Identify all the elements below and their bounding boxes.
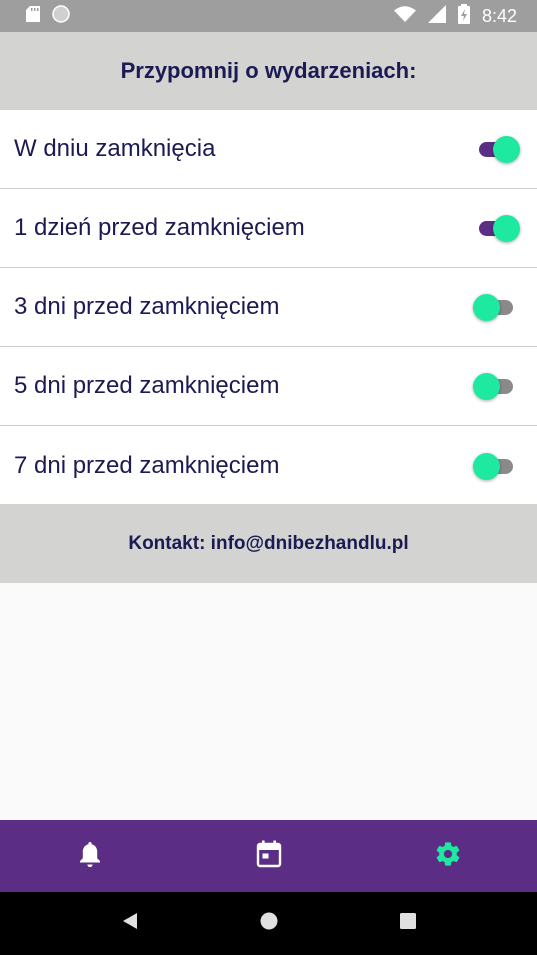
signal-icon — [427, 4, 446, 28]
sd-card-icon — [26, 5, 40, 27]
bottom-nav — [0, 820, 537, 892]
nav-calendar[interactable] — [239, 826, 299, 886]
reminder-label: 5 dni przed zamknięciem — [14, 372, 280, 399]
reminder-row: 1 dzień przed zamknięciem — [0, 189, 537, 268]
toggle-thumb — [473, 452, 500, 480]
circle-icon — [52, 4, 70, 28]
toggle-thumb — [473, 373, 500, 400]
status-bar-right: 8:42 — [393, 3, 517, 29]
calendar-icon — [256, 840, 282, 873]
reminder-toggle[interactable] — [473, 214, 520, 242]
reminder-row: 3 dni przed zamknięciem — [0, 268, 537, 347]
reminder-toggle[interactable] — [473, 135, 520, 163]
back-triangle-icon — [121, 912, 139, 935]
toggle-thumb — [493, 136, 520, 163]
system-nav-bar — [0, 892, 537, 955]
toggle-thumb — [473, 294, 500, 321]
bell-icon — [78, 840, 102, 873]
home-button[interactable] — [249, 904, 289, 944]
gear-icon — [434, 840, 462, 873]
contact-banner: Kontakt: info@dnibezhandlu.pl — [0, 504, 537, 583]
reminder-label: 1 dzień przed zamknięciem — [14, 214, 305, 241]
reminder-label: W dniu zamknięcia — [14, 135, 216, 162]
status-bar: 8:42 — [0, 0, 537, 32]
reminder-row: 5 dni przed zamknięciem — [0, 347, 537, 426]
reminder-row: W dniu zamknięcia — [0, 110, 537, 189]
nav-settings[interactable] — [418, 826, 478, 886]
status-bar-left — [26, 4, 70, 28]
wifi-icon — [393, 5, 416, 27]
contact-text: Kontakt: info@dnibezhandlu.pl — [128, 532, 409, 554]
recents-square-icon — [399, 912, 417, 935]
reminder-label: 7 dni przed zamknięciem — [14, 451, 280, 479]
recents-button[interactable] — [388, 904, 428, 944]
reminder-list: W dniu zamknięcia 1 dzień przed zamknięc… — [0, 110, 537, 505]
reminder-toggle[interactable] — [473, 372, 519, 400]
toggle-thumb — [493, 215, 520, 242]
status-time: 8:42 — [481, 5, 517, 26]
page-title: Przypomnij o wydarzeniach: — [120, 58, 417, 83]
battery-icon — [457, 3, 470, 29]
back-button[interactable] — [110, 904, 150, 944]
reminder-toggle[interactable] — [473, 293, 519, 321]
reminder-row: 7 dni przed zamknięciem — [0, 426, 537, 505]
reminder-label: 3 dni przed zamknięciem — [14, 293, 280, 320]
reminder-toggle[interactable] — [473, 452, 519, 480]
nav-notifications[interactable] — [60, 826, 120, 886]
home-circle-icon — [259, 911, 279, 936]
settings-header: Przypomnij o wydarzeniach: — [0, 32, 537, 110]
